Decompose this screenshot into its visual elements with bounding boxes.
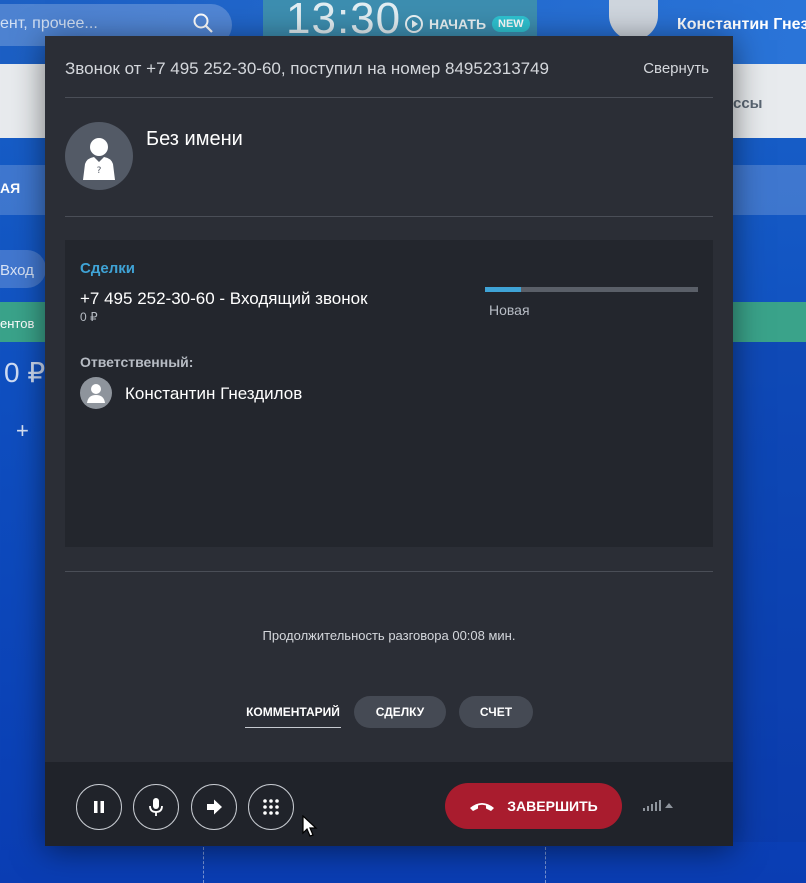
pipeline-stage-label: ентов: [0, 316, 35, 331]
deal-sum: 0 ₽: [80, 310, 98, 324]
deal-stage-progress-fill: [485, 287, 522, 292]
divider: [65, 216, 713, 217]
mute-button[interactable]: [133, 784, 179, 830]
deal-link[interactable]: +7 495 252-30-60 - Входящий звонок: [80, 289, 368, 309]
pause-icon: [94, 801, 104, 813]
kanban-column: [733, 342, 806, 842]
new-badge: NEW: [492, 16, 530, 32]
tab-deal[interactable]: СДЕЛКУ: [354, 696, 446, 728]
start-label: НАЧАТЬ: [429, 16, 487, 32]
microphone-icon: [149, 798, 163, 816]
responsible-avatar: [80, 377, 112, 409]
search-placeholder: ент, прочее...: [0, 15, 98, 32]
tab-invoice[interactable]: СЧЕТ: [459, 696, 533, 728]
responsible-name[interactable]: Константин Гнездилов: [125, 384, 302, 404]
unknown-person-icon: ?: [83, 138, 115, 180]
arrow-right-icon: [207, 799, 222, 815]
phone-hangup-icon: [470, 803, 495, 811]
person-icon: [87, 384, 105, 403]
call-title: Звонок от +7 495 252-30-60, поступил на …: [65, 59, 550, 78]
column-divider: [545, 847, 546, 883]
hangup-button[interactable]: ЗАВЕРШИТЬ: [445, 783, 622, 829]
user-name[interactable]: Константин Гнез: [677, 16, 806, 34]
signal-strength-icon[interactable]: [643, 799, 661, 811]
keypad-button[interactable]: [248, 784, 294, 830]
deals-panel: Сделки +7 495 252-30-60 - Входящий звоно…: [65, 240, 713, 547]
svg-text:?: ?: [97, 166, 102, 176]
call-dialog: Звонок от +7 495 252-30-60, поступил на …: [45, 36, 733, 846]
start-workday-button[interactable]: НАЧАТЬ NEW: [405, 15, 530, 33]
collapse-button[interactable]: Свернуть: [643, 60, 709, 77]
stage-sum: 0 ₽: [4, 357, 46, 388]
transfer-button[interactable]: [191, 784, 237, 830]
column-divider: [203, 847, 204, 883]
call-controls: ЗАВЕРШИТЬ: [45, 762, 733, 846]
call-duration: Продолжительность разговора 00:08 мин.: [262, 628, 516, 643]
filter-item[interactable]: АЯ: [0, 180, 20, 196]
tab-comment[interactable]: КОММЕНТАРИЙ: [245, 696, 341, 728]
deals-title: Сделки: [80, 260, 135, 277]
search-icon[interactable]: [193, 13, 213, 33]
deal-stage: Новая: [489, 302, 530, 318]
play-icon: [405, 15, 423, 33]
hold-button[interactable]: [76, 784, 122, 830]
hangup-label: ЗАВЕРШИТЬ: [507, 798, 598, 814]
direction-filter-label: Вход: [0, 262, 34, 279]
mouse-cursor-icon: [302, 815, 318, 837]
keypad-icon: [263, 799, 279, 815]
deal-stage-progress: [485, 287, 698, 292]
contact-name[interactable]: Без имени: [146, 128, 243, 151]
responsible-label: Ответственный:: [80, 354, 194, 370]
divider: [65, 97, 713, 98]
contact-avatar: ?: [65, 122, 133, 190]
add-deal-button[interactable]: +: [16, 418, 29, 444]
menu-item-right[interactable]: ссы: [733, 95, 763, 112]
divider: [65, 571, 713, 572]
caret-up-icon[interactable]: [665, 803, 673, 808]
